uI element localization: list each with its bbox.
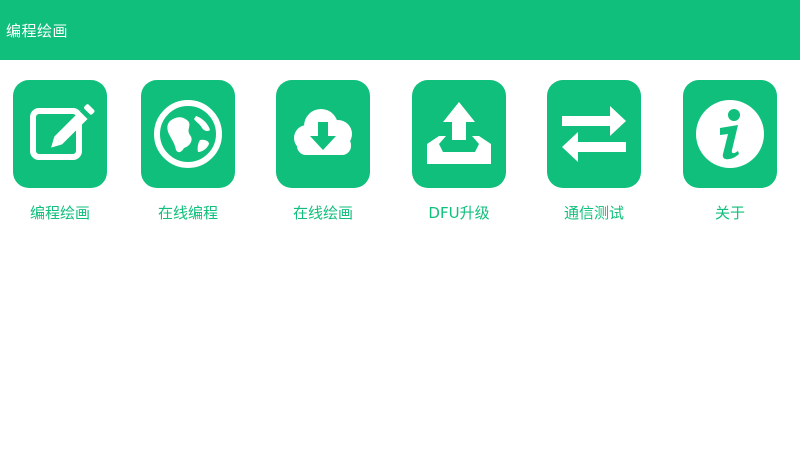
swap-arrows-icon [562, 106, 626, 162]
menu-item-tile[interactable] [276, 80, 370, 188]
menu-item-label: 在线编程 [157, 204, 218, 222]
menu-grid: 编程绘画 在线编程 在线绘画 DFU升级 通信测试 关于 [0, 80, 800, 230]
app-window: 编程绘画 编程绘画 在线编程 在线绘画 DFU升级 通信测试 关于 [0, 0, 800, 450]
menu-item-dfu-upgrade[interactable]: DFU升级 [399, 80, 519, 230]
menu-item-online-programming[interactable]: 在线编程 [128, 80, 248, 230]
cloud-download-icon [294, 109, 352, 155]
app-bar: 编程绘画 [0, 0, 800, 60]
menu-item-label: 在线绘画 [292, 204, 353, 222]
menu-item-tile[interactable] [13, 80, 107, 188]
menu-item-tile[interactable] [141, 80, 235, 188]
menu-item-programming-drawing[interactable]: 编程绘画 [0, 80, 120, 230]
info-icon [696, 100, 764, 168]
menu-item-tile[interactable] [547, 80, 641, 188]
menu-item-about[interactable]: 关于 [670, 80, 790, 230]
menu-item-label: DFU升级 [428, 204, 490, 222]
app-title: 编程绘画 [6, 21, 69, 40]
menu-item-online-drawing[interactable]: 在线绘画 [263, 80, 383, 230]
globe-icon [154, 100, 222, 168]
upload-tray-icon [427, 102, 491, 164]
menu-item-label: 编程绘画 [29, 204, 90, 222]
menu-item-communication-test[interactable]: 通信测试 [534, 80, 654, 230]
menu-item-label: 通信测试 [563, 204, 624, 222]
menu-item-label: 关于 [714, 204, 745, 222]
edit-icon [30, 104, 95, 160]
menu-item-tile[interactable] [412, 80, 506, 188]
menu-item-tile[interactable] [683, 80, 777, 188]
